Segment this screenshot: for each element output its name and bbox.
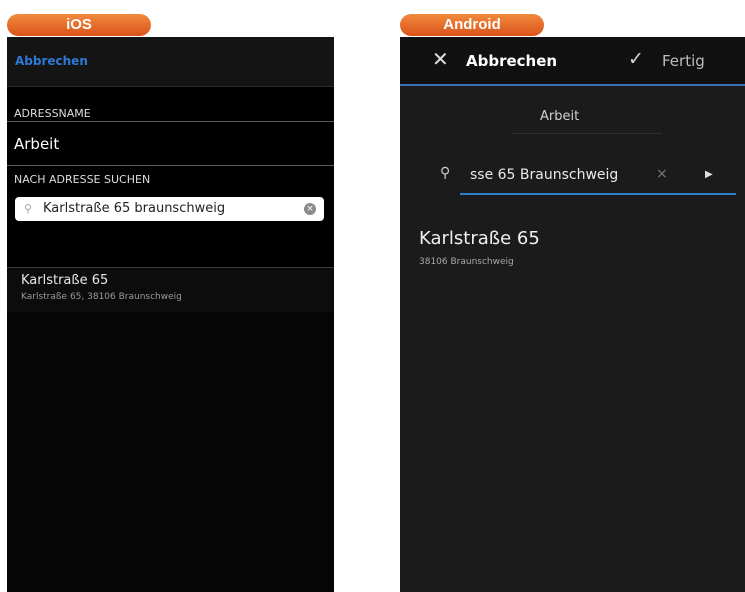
go-arrow-icon[interactable]: ▶ xyxy=(705,169,713,180)
android-done-button[interactable]: Fertig xyxy=(662,52,705,70)
divider xyxy=(7,121,334,122)
android-screen: ✕ Abbrechen ✓ Fertig Arbeit ⚲ sse 65 Bra… xyxy=(400,37,745,592)
search-icon: ⚲ xyxy=(24,202,33,215)
android-address-name-field[interactable]: Arbeit xyxy=(540,109,579,124)
ios-cancel-button[interactable]: Abbrechen xyxy=(15,54,88,68)
android-label: Android xyxy=(400,14,544,36)
ios-screen: Abbrechen ADRESSNAME Arbeit NACH ADRESSE… xyxy=(7,37,334,592)
android-search-input[interactable]: sse 65 Braunschweig xyxy=(470,167,618,183)
clear-icon[interactable]: × xyxy=(304,203,316,215)
divider xyxy=(512,133,662,134)
android-actionbar: ✕ Abbrechen ✓ Fertig xyxy=(400,37,745,86)
ios-result-item[interactable]: Karlstraße 65 Karlstraße 65, 38106 Braun… xyxy=(7,267,334,313)
clear-icon[interactable]: × xyxy=(656,166,668,182)
ios-navbar: Abbrechen xyxy=(7,37,334,87)
android-result-subtitle: 38106 Braunschweig xyxy=(419,257,514,267)
ios-address-name-header: ADRESSNAME xyxy=(14,107,91,120)
ios-empty-area xyxy=(7,312,334,592)
android-cancel-button[interactable]: Abbrechen xyxy=(466,52,557,70)
ios-label: iOS xyxy=(7,14,151,36)
search-underline xyxy=(460,193,736,195)
ios-search-input[interactable]: ⚲ Karlstraße 65 braunschweig × xyxy=(15,197,324,221)
check-icon[interactable]: ✓ xyxy=(628,48,644,70)
android-result-title[interactable]: Karlstraße 65 xyxy=(419,228,540,249)
close-icon[interactable]: ✕ xyxy=(432,47,449,71)
ios-address-name-field[interactable]: Arbeit xyxy=(14,135,59,153)
search-icon: ⚲ xyxy=(440,165,451,181)
ios-search-header: NACH ADRESSE SUCHEN xyxy=(14,173,151,186)
ios-search-value: Karlstraße 65 braunschweig xyxy=(43,201,226,216)
ios-result-subtitle: Karlstraße 65, 38106 Braunschweig xyxy=(21,292,182,302)
ios-result-title: Karlstraße 65 xyxy=(21,273,109,288)
divider xyxy=(7,165,334,166)
